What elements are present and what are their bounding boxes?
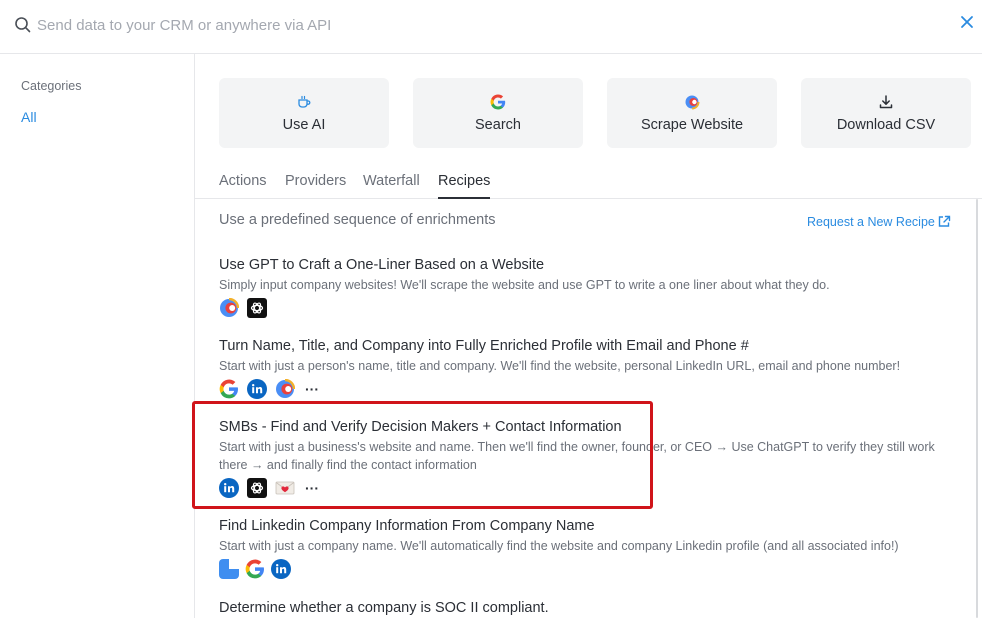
clay-icon: [220, 298, 239, 317]
tab-actions[interactable]: Actions: [219, 173, 267, 199]
tab-recipes[interactable]: Recipes: [438, 173, 491, 199]
coffee-cup-icon: [298, 95, 311, 108]
google-icon: [219, 379, 238, 399]
external-link-icon: [938, 215, 951, 227]
scrape-website-button[interactable]: Scrape Website: [607, 78, 777, 148]
clay-icon: [684, 94, 700, 110]
search-input[interactable]: [37, 12, 917, 38]
recipe-description: Start with just a business's website and…: [219, 440, 935, 472]
scrape-website-label: Scrape Website: [640, 117, 744, 133]
recipe-title: Find Linkedin Company Information From C…: [219, 518, 595, 534]
search-icon: [15, 17, 31, 33]
search-label: Search: [475, 117, 521, 133]
more-icon: ···: [305, 381, 319, 397]
sidebar-heading: Categories: [21, 79, 82, 93]
recipe-description: Start with just a company name. We'll au…: [219, 539, 899, 553]
recipe-icons: ···: [219, 379, 959, 399]
linkedin-icon: [247, 379, 267, 399]
recipe-title: Turn Name, Title, and Company into Fully…: [219, 338, 749, 354]
openai-icon: [247, 478, 267, 498]
recipe-title: Determine whether a company is SOC II co…: [219, 600, 549, 616]
close-icon[interactable]: [957, 12, 977, 32]
more-icon: ···: [305, 480, 319, 496]
request-recipe-link[interactable]: Request a New Recipe: [807, 215, 951, 229]
scrollbar[interactable]: [976, 199, 978, 618]
clay-icon: [276, 379, 295, 398]
google-icon: [245, 559, 264, 579]
tab-bar: Actions Providers Waterfall Recipes: [195, 166, 982, 199]
download-icon: [879, 95, 893, 109]
recipe-icons: [219, 559, 959, 579]
use-ai-label: Use AI: [282, 117, 326, 133]
recipe-title: Use GPT to Craft a One-Liner Based on a …: [219, 257, 545, 273]
google-icon: [490, 94, 506, 110]
sidebar: Categories All: [0, 54, 195, 618]
recipe-item[interactable]: Find Linkedin Company Information From C…: [219, 517, 959, 579]
mail-heart-icon: [275, 481, 295, 495]
search-button[interactable]: Search: [413, 78, 583, 148]
linkedin-icon: [219, 478, 239, 498]
recipe-icons: ···: [219, 478, 959, 498]
request-recipe-label: Request a New Recipe: [807, 215, 935, 229]
sidebar-item-all[interactable]: All: [21, 109, 37, 125]
recipe-description: Start with just a person's name, title a…: [219, 359, 901, 373]
recipe-item[interactable]: SMBs - Find and Verify Decision Makers +…: [219, 418, 959, 498]
recipe-title: SMBs - Find and Verify Decision Makers +…: [219, 419, 622, 435]
linkedin-icon: [271, 559, 291, 579]
download-csv-button[interactable]: Download CSV: [801, 78, 971, 148]
recipe-item[interactable]: Use GPT to Craft a One-Liner Based on a …: [219, 256, 959, 318]
recipes-panel: Use a predefined sequence of enrichments…: [195, 199, 982, 618]
use-ai-button[interactable]: Use AI: [219, 78, 389, 148]
recipes-intro: Use a predefined sequence of enrichments: [219, 212, 496, 228]
blue-tile-icon: [219, 559, 239, 579]
search-bar: [0, 0, 982, 54]
recipe-description: Simply input company websites! We'll scr…: [219, 278, 830, 292]
recipe-icons: [219, 298, 959, 318]
download-csv-label: Download CSV: [836, 117, 936, 133]
recipe-item[interactable]: Turn Name, Title, and Company into Fully…: [219, 337, 959, 399]
tab-providers[interactable]: Providers: [285, 173, 346, 199]
tab-waterfall[interactable]: Waterfall: [363, 173, 420, 199]
openai-icon: [247, 298, 267, 318]
recipe-item[interactable]: Determine whether a company is SOC II co…: [219, 599, 959, 617]
